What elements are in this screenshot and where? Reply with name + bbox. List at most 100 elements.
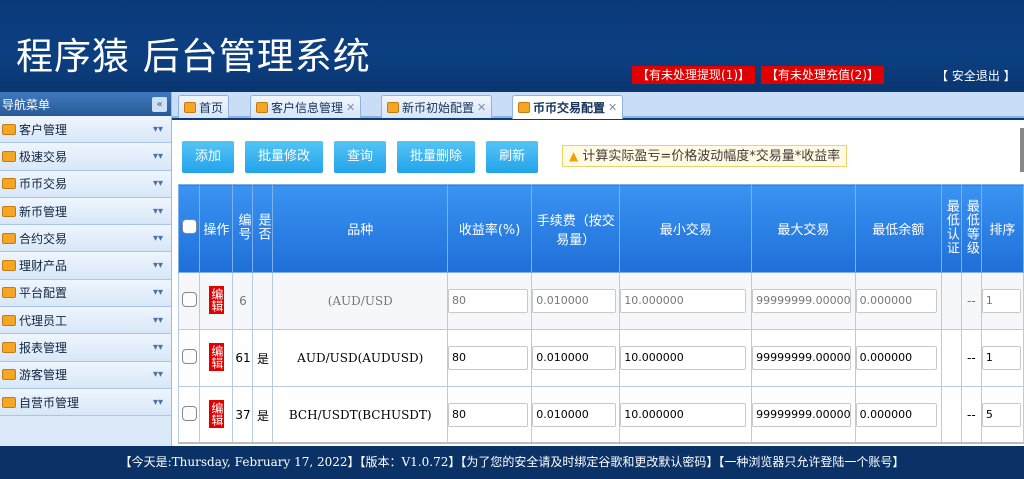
sidebar-item-label: 报表管理 xyxy=(19,341,68,356)
add-button[interactable]: 添加 xyxy=(182,141,235,173)
batch-edit-button[interactable]: 批量修改 xyxy=(245,141,324,173)
folder-icon xyxy=(2,314,16,326)
main-content: 添加 批量修改 查询 批量删除 刷新 ▲ 计算实际盈亏=价格波动幅度*交易量*收… xyxy=(172,120,1024,446)
chevron-down-icon[interactable]: ▾▾ xyxy=(153,124,163,135)
sidebar-item[interactable]: 极速交易 ▾▾ xyxy=(0,143,171,171)
sidebar-item[interactable]: 报表管理 ▾▾ xyxy=(0,334,171,362)
sidebar-item[interactable]: 游客管理 ▾▾ xyxy=(0,361,171,389)
chevron-down-icon[interactable]: ▾▾ xyxy=(153,369,163,380)
header-enabled: 是否 xyxy=(252,184,274,273)
collapse-sidebar-icon[interactable]: « xyxy=(152,96,167,112)
select-all-checkbox[interactable] xyxy=(181,219,197,234)
table-header-row: 操作 编号 是否 品种 收益率(%) 手续费（按交易量） 最小交易 最大交易 最… xyxy=(177,184,1024,273)
header-min-balance: 最低余额 xyxy=(854,184,942,273)
sidebar-item-label: 自营币管理 xyxy=(19,395,80,410)
sidebar-item[interactable]: 理财产品 ▾▾ xyxy=(0,252,171,280)
sidebar-item-left: 报表管理 xyxy=(2,339,67,356)
max-trade-input[interactable]: 99999999.00000 xyxy=(752,403,851,427)
tab-new-coin-config[interactable]: 新币初始配置 ✕ xyxy=(381,95,493,118)
min-balance-input[interactable]: 0.000000 xyxy=(855,289,938,313)
row-fee-cell: 0.010000 xyxy=(531,272,621,330)
row-sort-cell: 1 xyxy=(980,272,1024,330)
vertical-scrollbar[interactable] xyxy=(1020,128,1024,172)
min-trade-input[interactable]: 10.000000 xyxy=(620,346,746,370)
sidebar-item-left: 自营币管理 xyxy=(2,394,79,411)
row-op-cell: 编辑 xyxy=(199,386,234,444)
chevron-down-icon[interactable]: ▾▾ xyxy=(153,178,163,189)
fee-input[interactable]: 0.010000 xyxy=(532,346,616,370)
app-header: 程序猿 后台管理系统 【有未处理提现(1)】 【有未处理充值(2)】 【 安全退… xyxy=(0,0,1024,92)
tab-customer-info[interactable]: 客户信息管理 ✕ xyxy=(250,95,362,118)
edit-button[interactable]: 编辑 xyxy=(208,399,224,428)
folder-icon xyxy=(2,150,16,162)
sidebar-item-label: 极速交易 xyxy=(19,149,68,164)
row-select-cell xyxy=(177,386,201,444)
sidebar-item[interactable]: 平台配置 ▾▾ xyxy=(0,279,171,308)
row-rate-cell: 80 xyxy=(447,329,533,387)
sidebar-item-left: 代理员工 xyxy=(2,312,67,329)
rate-input[interactable]: 80 xyxy=(448,346,528,370)
table-row[interactable]: 编辑 37 是 BCH/USDT(BCHUSDT) 80 0.010000 10.00000… xyxy=(177,386,1024,444)
table-row[interactable]: 编辑 6 (AUD/USD 80 0.010000 10.000000 99999999.0… xyxy=(177,272,1024,330)
edit-button[interactable]: 编辑 xyxy=(208,285,224,314)
chevron-down-icon[interactable]: ▾▾ xyxy=(153,287,163,298)
sort-input[interactable]: 5 xyxy=(981,403,1022,427)
row-min-balance-cell: 0.000000 xyxy=(854,329,942,387)
sidebar-item[interactable]: 新币管理 ▾▾ xyxy=(0,197,171,226)
logout-link[interactable]: 【 安全退出 】 xyxy=(936,67,1016,84)
row-checkbox[interactable] xyxy=(181,292,197,307)
row-min-trade-cell: 10.000000 xyxy=(619,272,753,330)
chevron-down-icon[interactable]: ▾▾ xyxy=(153,315,163,326)
batch-delete-button[interactable]: 批量删除 xyxy=(397,141,476,173)
header-sort: 排序 xyxy=(980,184,1024,273)
pending-recharge-link[interactable]: 【有未处理充值(2)】 xyxy=(761,66,884,84)
query-button[interactable]: 查询 xyxy=(334,141,387,173)
sidebar-header: 导航菜单 « xyxy=(0,92,171,116)
sort-input[interactable]: 1 xyxy=(981,289,1022,313)
close-icon[interactable]: ✕ xyxy=(477,101,486,114)
sidebar-item[interactable]: 代理员工 ▾▾ xyxy=(0,307,171,335)
sidebar-item[interactable]: 币币交易 ▾▾ xyxy=(0,170,171,198)
rate-input[interactable]: 80 xyxy=(448,403,528,427)
rate-input[interactable]: 80 xyxy=(448,289,528,313)
footer: 【今天是:Thursday, February 17, 2022】【版本：V1.… xyxy=(0,446,1024,479)
row-checkbox[interactable] xyxy=(181,349,197,364)
sidebar-item[interactable]: 自营币管理 ▾▾ xyxy=(0,388,171,417)
header-min-auth: 最低认证 xyxy=(940,184,962,273)
tab-home[interactable]: 首页 xyxy=(178,95,230,118)
max-trade-input[interactable]: 99999999.00000 xyxy=(752,346,851,370)
fee-input[interactable]: 0.010000 xyxy=(532,289,616,313)
sidebar-item[interactable]: 合约交易 ▾▾ xyxy=(0,225,171,253)
folder-icon xyxy=(2,123,16,135)
min-balance-input[interactable]: 0.000000 xyxy=(855,403,938,427)
edit-button[interactable]: 编辑 xyxy=(208,342,224,371)
sidebar-item-label: 币币交易 xyxy=(19,177,68,192)
close-icon[interactable]: ✕ xyxy=(346,101,355,114)
sidebar-item[interactable]: 客户管理 ▾▾ xyxy=(0,116,171,144)
row-checkbox[interactable] xyxy=(181,406,197,421)
chevron-down-icon[interactable]: ▾▾ xyxy=(153,151,163,162)
chevron-down-icon[interactable]: ▾▾ xyxy=(153,397,163,408)
chevron-down-icon[interactable]: ▾▾ xyxy=(153,206,163,217)
pending-withdrawal-link[interactable]: 【有未处理提现(1)】 xyxy=(632,66,755,84)
min-trade-input[interactable]: 10.000000 xyxy=(620,289,746,313)
chevron-down-icon[interactable]: ▾▾ xyxy=(153,342,163,353)
fee-input[interactable]: 0.010000 xyxy=(532,403,616,427)
min-trade-input[interactable]: 10.000000 xyxy=(620,403,746,427)
row-max-trade-cell: 99999999.00000 xyxy=(751,386,856,444)
min-balance-input[interactable]: 0.000000 xyxy=(855,346,938,370)
sidebar-item-label: 理财产品 xyxy=(19,259,68,274)
sidebar-item-label: 新币管理 xyxy=(19,204,68,219)
refresh-button[interactable]: 刷新 xyxy=(486,141,539,173)
row-enabled: 是 xyxy=(252,386,274,444)
sidebar-item-label: 游客管理 xyxy=(19,368,68,383)
row-op-cell: 编辑 xyxy=(199,329,234,387)
chevron-down-icon[interactable]: ▾▾ xyxy=(153,260,163,271)
max-trade-input[interactable]: 99999999.00000 xyxy=(752,289,851,313)
sort-input[interactable]: 1 xyxy=(981,346,1022,370)
close-icon[interactable]: ✕ xyxy=(608,101,617,114)
table-row[interactable]: 编辑 61 是 AUD/USD(AUDUSD) 80 0.010000 10.000000 9… xyxy=(177,329,1024,387)
horizontal-scrollbar[interactable] xyxy=(178,442,1024,444)
chevron-down-icon[interactable]: ▾▾ xyxy=(153,233,163,244)
tab-coin-trade-config[interactable]: 币币交易配置 ✕ xyxy=(512,95,624,119)
